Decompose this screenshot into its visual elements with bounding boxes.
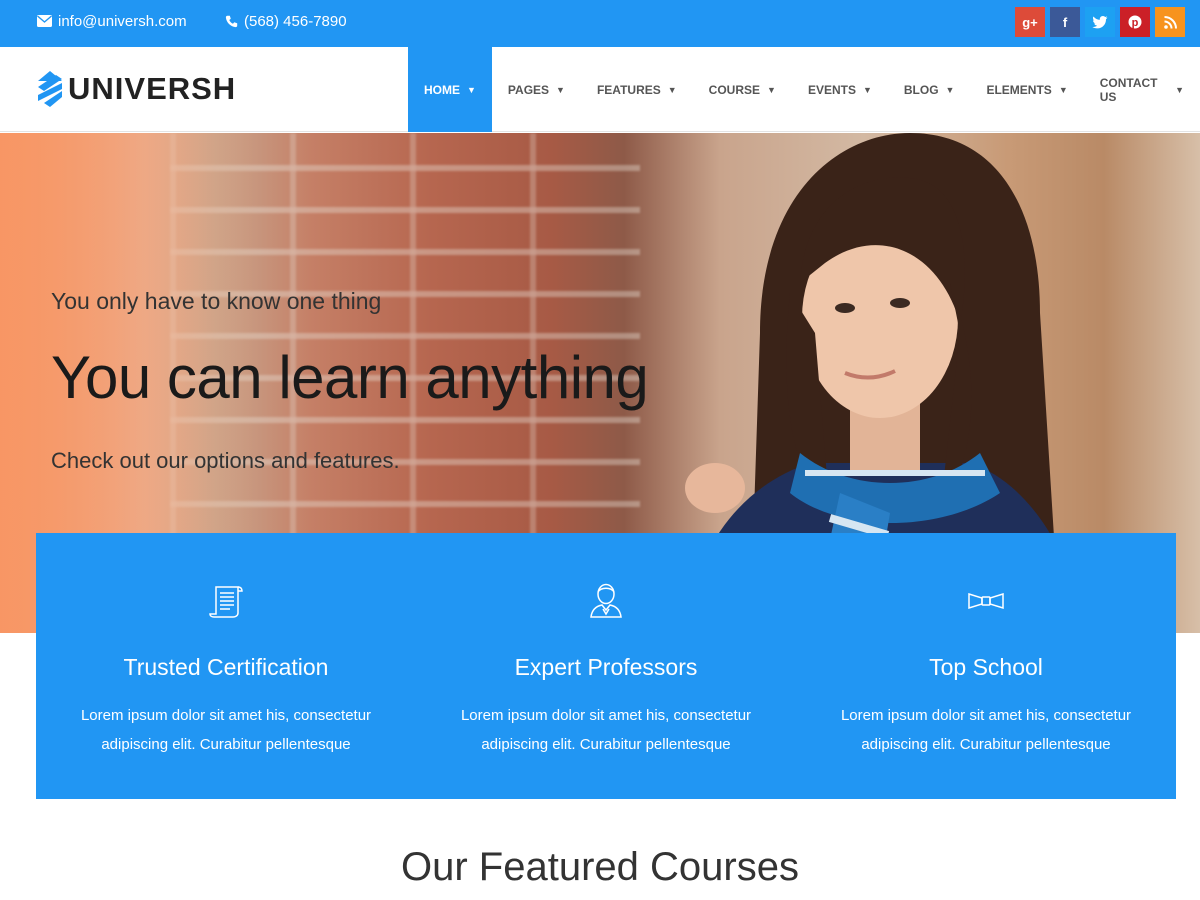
- caret-down-icon: ▼: [556, 84, 565, 95]
- feature-text: Lorem ipsum dolor sit amet his, consecte…: [840, 707, 1132, 753]
- phone-link[interactable]: (568) 456-7890: [225, 0, 347, 42]
- nav-contact-us[interactable]: CONTACT US ▼: [1084, 47, 1200, 132]
- site-header: UNIVERSH HOME ▼ PAGES ▼ FEATURES ▼ COURSE ▼ …: [0, 47, 1200, 132]
- hero-subtitle: You only have to know one thing: [51, 288, 382, 314]
- caret-down-icon: ▼: [767, 84, 776, 95]
- top-bar: info@universh.com (568) 456-7890 g+ f p: [0, 0, 1200, 47]
- twitter-icon[interactable]: [1085, 7, 1115, 37]
- caret-down-icon: ▼: [862, 84, 872, 95]
- feature-title: Trusted Certification: [123, 654, 329, 680]
- nav-blog[interactable]: BLOG ▼: [888, 47, 971, 132]
- caret-down-icon: ▼: [1175, 84, 1184, 95]
- hero-title: You can learn anything: [51, 344, 649, 411]
- caret-down-icon: ▼: [467, 84, 476, 95]
- email-link[interactable]: info@universh.com: [37, 0, 187, 42]
- logo-text: UNIVERSH: [68, 71, 237, 106]
- feature-text: Lorem ipsum dolor sit amet his, consecte…: [80, 707, 372, 753]
- svg-text:p: p: [1132, 17, 1139, 29]
- caret-down-icon: ▼: [667, 84, 677, 95]
- site-logo[interactable]: UNIVERSH: [36, 69, 236, 109]
- nav-features[interactable]: FEATURES ▼: [581, 47, 693, 132]
- pinterest-icon[interactable]: p: [1120, 7, 1150, 37]
- professor-icon: [590, 583, 622, 618]
- caret-down-icon: ▼: [1058, 84, 1068, 95]
- feature-top-school: Top School Lorem ipsum dolor sit amet hi…: [796, 533, 1176, 799]
- main-nav: HOME ▼ PAGES ▼ FEATURES ▼ COURSE ▼ EVENTS ▼ B…: [408, 47, 1200, 132]
- feature-trusted-certification: Trusted Certification Lorem ipsum dolor …: [36, 533, 416, 799]
- envelope-icon: [37, 15, 52, 27]
- phone-text: (568) 456-7890: [244, 12, 347, 30]
- feature-text: Lorem ipsum dolor sit amet his, consecte…: [460, 707, 752, 753]
- featured-courses-heading: Our Featured Courses: [401, 845, 799, 889]
- nav-events[interactable]: EVENTS ▼: [792, 47, 888, 132]
- feature-expert-professors: Expert Professors Lorem ipsum dolor sit …: [416, 533, 796, 799]
- features-panel: Trusted Certification Lorem ipsum dolor …: [36, 533, 1176, 799]
- feature-title: Top School: [929, 654, 1043, 680]
- rss-icon[interactable]: [1155, 7, 1185, 37]
- nav-course[interactable]: COURSE ▼: [693, 47, 792, 132]
- google-plus-icon[interactable]: g+: [1015, 7, 1045, 37]
- bow-tie-icon: [968, 592, 1004, 610]
- logo-mark-icon: [38, 71, 62, 107]
- nav-elements[interactable]: ELEMENTS ▼: [970, 47, 1083, 132]
- certificate-scroll-icon: [209, 586, 243, 618]
- email-text: info@universh.com: [58, 12, 187, 30]
- hero-description: Check out our options and features.: [51, 448, 400, 473]
- facebook-icon[interactable]: f: [1050, 7, 1080, 37]
- nav-pages[interactable]: PAGES ▼: [492, 47, 581, 132]
- phone-icon: [225, 15, 238, 27]
- caret-down-icon: ▼: [945, 84, 955, 95]
- feature-title: Expert Professors: [514, 654, 698, 680]
- social-links: g+ f p: [1015, 7, 1185, 37]
- nav-home[interactable]: HOME ▼: [408, 47, 492, 132]
